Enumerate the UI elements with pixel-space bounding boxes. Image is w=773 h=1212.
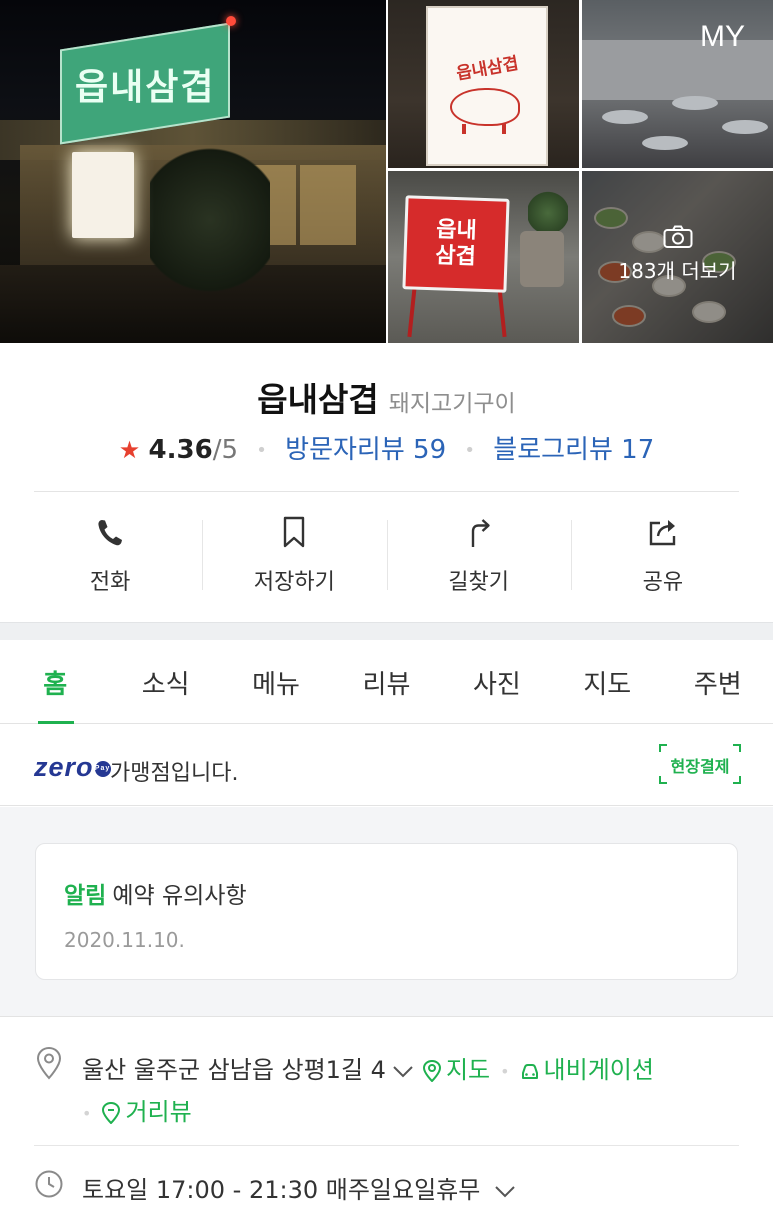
map-pin-icon (422, 1060, 441, 1082)
notice-date: 2020.11.10. (64, 928, 185, 952)
car-icon (521, 1064, 538, 1079)
onsite-payment-badge: 현장결제 (659, 744, 741, 784)
tab-menu[interactable]: 메뉴 (221, 640, 331, 723)
navigation-link[interactable]: 내비게이션 (544, 1056, 654, 1084)
chevron-down-icon[interactable] (392, 1063, 414, 1079)
food-photo-more[interactable]: 183개 더보기 (582, 171, 773, 343)
blog-review-link[interactable]: 블로그리뷰 17 (493, 435, 654, 465)
more-photos-button[interactable]: 183개 더보기 (582, 225, 773, 284)
interior-photo[interactable]: MY (582, 0, 773, 168)
street-view-pin-icon (102, 1102, 121, 1124)
map-link[interactable]: 지도 (446, 1056, 490, 1084)
camera-icon (663, 225, 692, 248)
separator-dot: • (82, 1103, 92, 1123)
pig-signboard: 읍내삼겹 (426, 6, 548, 166)
more-photos-label: 183개 더보기 (618, 259, 737, 283)
place-name: 읍내삼겹 (257, 380, 379, 419)
my-button[interactable]: MY (700, 20, 745, 54)
share-icon (649, 520, 676, 546)
tab-photo[interactable]: 사진 (442, 640, 552, 723)
rating-max: /5 (212, 435, 239, 465)
separator-dot: • (464, 440, 476, 461)
call-button[interactable]: 전화 (18, 512, 202, 608)
star-icon: ★ (118, 436, 141, 464)
directions-icon (471, 519, 490, 547)
notice-tag: 알림 (64, 883, 107, 909)
tab-nearby[interactable]: 주변 (663, 640, 773, 723)
address-text: 울산 울주군 삼남읍 상평1길 4 (82, 1056, 386, 1084)
section-gap (0, 622, 773, 640)
rating-score: 4.36 (148, 435, 213, 465)
separator-dot: • (256, 440, 267, 461)
visitor-review-link[interactable]: 방문자리뷰 59 (285, 435, 446, 465)
tab-map[interactable]: 지도 (552, 640, 662, 723)
zeropay-banner: zeroPay 가맹점입니다. 현장결제 (0, 724, 773, 806)
directions-button[interactable]: 길찾기 (386, 512, 571, 608)
storefront-photo[interactable]: 읍내삼겹 (0, 0, 386, 343)
signboard-photo[interactable]: 읍내삼겹 (388, 0, 579, 168)
clock-icon (35, 1170, 63, 1198)
place-header: 읍내삼겹 돼지고기구이 ★ 4.36/5 • 방문자리뷰 59 • 블로그리뷰 1… (0, 343, 773, 491)
share-label: 공유 (642, 570, 684, 595)
action-bar: 전화 저장하기 길찾기 공유 (18, 512, 755, 608)
separator-dot: • (500, 1061, 510, 1081)
standing-sign-photo[interactable]: 읍내 삼겹 (388, 171, 579, 343)
address-row: 울산 울주군 삼남읍 상평1길 4 지도 • 내비게이션 • 거리뷰 (0, 1018, 773, 1146)
photo-grid: 읍내삼겹 읍내삼겹 MY 읍내 삼겹 183개 더보기 (0, 0, 773, 343)
notice-title: 예약 유의사항 (112, 883, 247, 909)
street-view-link[interactable]: 거리뷰 (125, 1098, 191, 1126)
tab-news[interactable]: 소식 (110, 640, 220, 723)
tab-bar: 홈 소식 메뉴 리뷰 사진 지도 주변 (0, 640, 773, 724)
zeropay-logo: zeroPay (34, 752, 111, 782)
phone-icon (98, 520, 123, 546)
place-category: 돼지고기구이 (388, 391, 516, 417)
zeropay-text: 가맹점입니다. (110, 761, 239, 786)
tab-review[interactable]: 리뷰 (331, 640, 441, 723)
tab-home[interactable]: 홈 (0, 640, 110, 724)
bookmark-icon (284, 516, 305, 548)
call-label: 전화 (89, 570, 131, 595)
chevron-down-icon[interactable] (494, 1183, 516, 1199)
directions-label: 길찾기 (448, 570, 509, 595)
save-button[interactable]: 저장하기 (202, 512, 386, 608)
standing-sign: 읍내 삼겹 (402, 195, 510, 293)
hours-row: 토요일 17:00 - 21:30 매주일요일휴무 (0, 1146, 773, 1212)
share-button[interactable]: 공유 (570, 512, 755, 608)
notice-card[interactable]: 알림 예약 유의사항 2020.11.10. (35, 843, 738, 980)
divider (34, 491, 739, 492)
hours-text: 토요일 17:00 - 21:30 매주일요일휴무 (82, 1176, 481, 1204)
location-pin-icon (36, 1046, 62, 1080)
pig-illustration (450, 88, 520, 134)
save-label: 저장하기 (253, 570, 335, 595)
